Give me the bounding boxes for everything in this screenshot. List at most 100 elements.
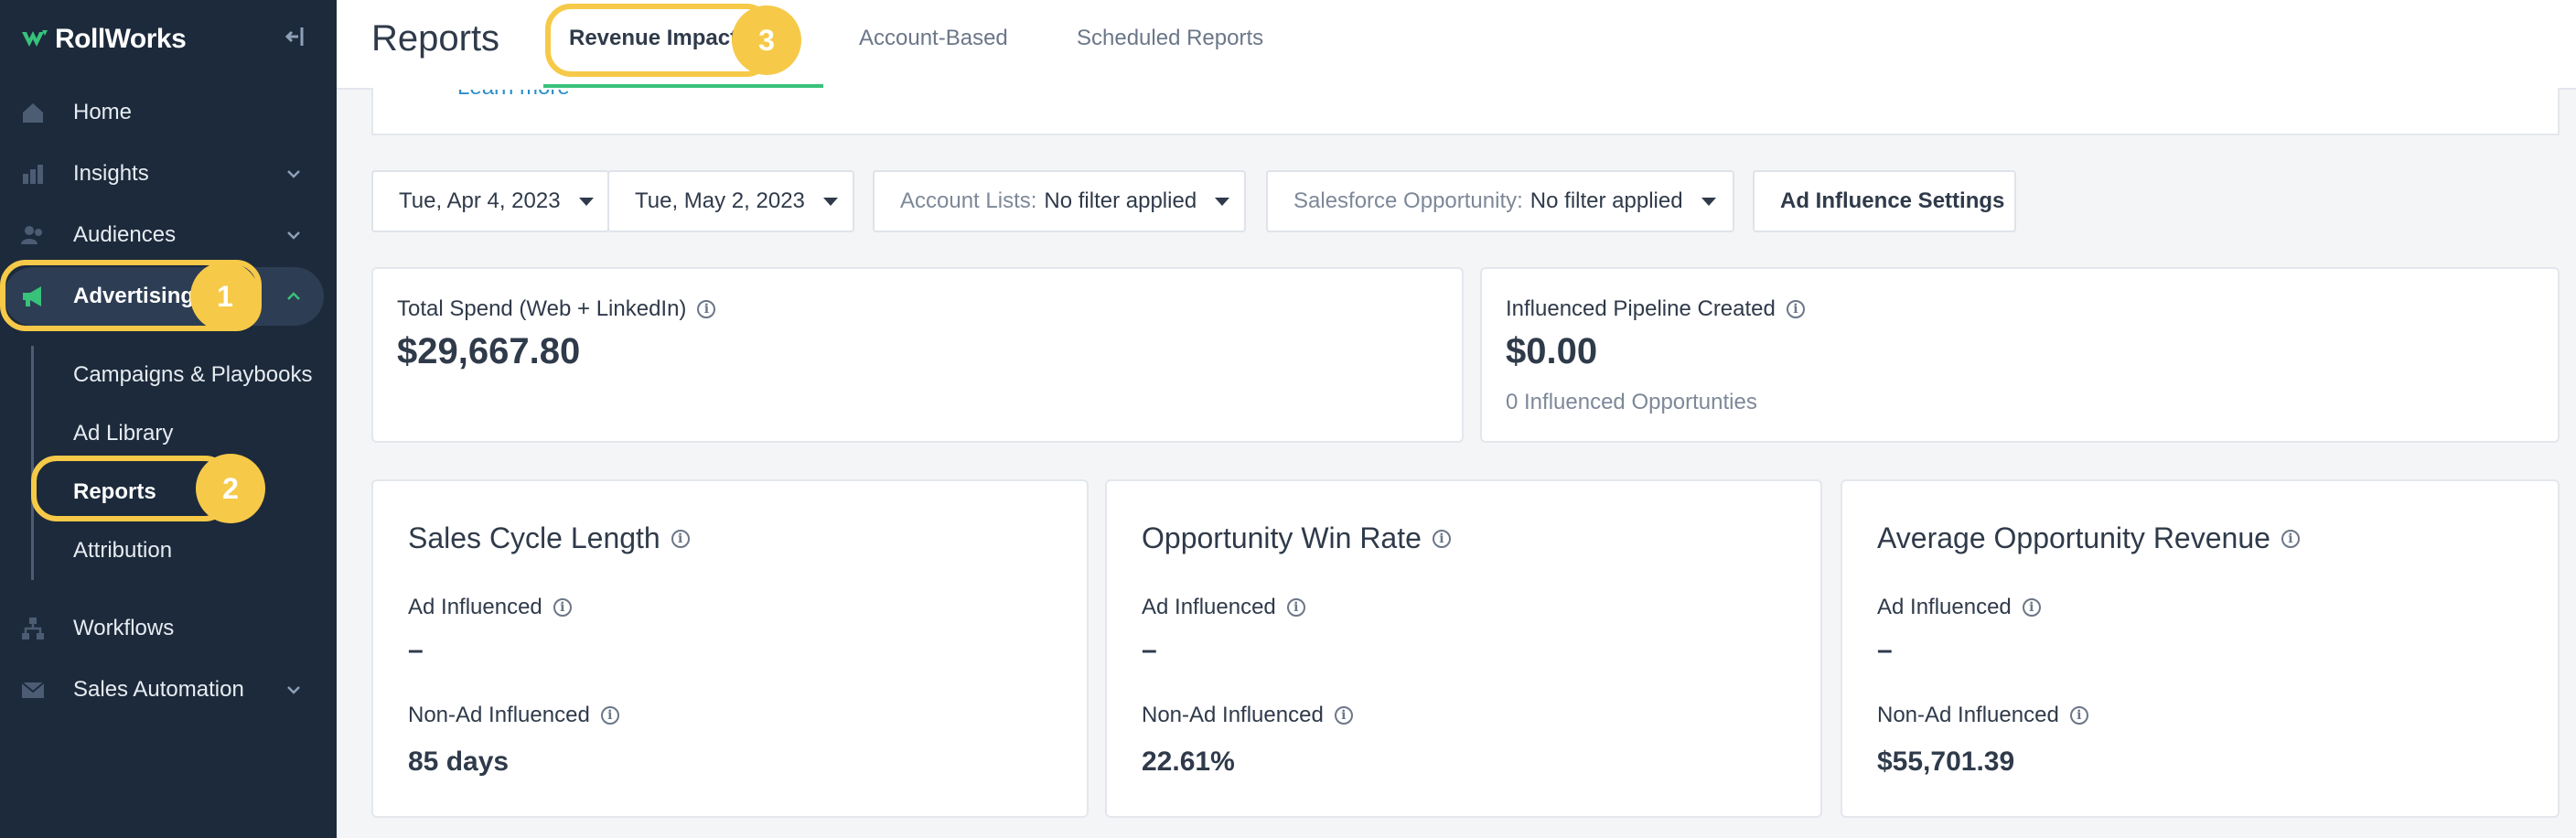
callout-badge-3: 3 [732, 5, 801, 75]
ad-influenced-label-text: Ad Influenced [1142, 595, 1276, 619]
start-date-value: Tue, Apr 4, 2023 [399, 188, 561, 213]
start-date-picker[interactable]: Tue, Apr 4, 2023 [371, 170, 609, 232]
metric-title-text: Sales Cycle Length [408, 521, 660, 554]
salesforce-opportunity-filter[interactable]: Salesforce Opportunity: No filter applie… [1266, 170, 1734, 232]
ad-influenced-label-text: Ad Influenced [408, 595, 542, 619]
home-icon [18, 98, 48, 127]
non-ad-influenced-label: Non-Ad Influenced i [408, 703, 619, 728]
influenced-pipeline-label: Influenced Pipeline Created i [1506, 296, 1805, 322]
ad-influenced-label: Ad Influenced i [1877, 595, 2041, 620]
info-icon[interactable]: i [671, 529, 690, 548]
sidebar-item-home[interactable]: Home [0, 83, 337, 142]
sidebar-item-audiences[interactable]: Audiences [0, 206, 337, 264]
chevron-up-icon [287, 292, 300, 300]
caret-down-icon [1701, 197, 1716, 206]
info-icon[interactable]: i [1786, 300, 1805, 318]
sidebar-item-label: Workflows [73, 616, 175, 640]
metric-title: Average Opportunity Revenue i [1877, 521, 2300, 555]
sidebar-item-label: Insights [73, 161, 149, 186]
callout-badge-2: 2 [196, 454, 265, 523]
account-lists-value: No filter applied [1044, 188, 1197, 213]
non-ad-influenced-value: $55,701.39 [1877, 747, 2015, 777]
info-icon[interactable]: i [2022, 598, 2041, 617]
metric-title-text: Opportunity Win Rate [1142, 521, 1422, 554]
salesforce-opportunity-value: No filter applied [1530, 188, 1683, 213]
collapse-left-icon [284, 27, 304, 46]
total-spend-value: $29,667.80 [397, 331, 581, 371]
account-lists-filter[interactable]: Account Lists: No filter applied [873, 170, 1246, 232]
average-opportunity-revenue-card: Average Opportunity Revenue i Ad Influen… [1841, 479, 2560, 818]
total-spend-label: Total Spend (Web + LinkedIn) i [397, 296, 716, 322]
tab-scheduled-reports[interactable]: Scheduled Reports [1077, 26, 1263, 51]
sales-cycle-length-card: Sales Cycle Length i Ad Influenced i – N… [371, 479, 1089, 818]
ad-influenced-value: – [1877, 635, 1893, 665]
audiences-icon [18, 220, 48, 250]
learn-more-clip: Learn more [457, 90, 576, 99]
sidebar-item-insights[interactable]: Insights [0, 145, 337, 203]
tab-account-based[interactable]: Account-Based [859, 26, 1008, 51]
info-icon[interactable]: i [600, 706, 619, 725]
info-icon[interactable]: i [1432, 529, 1451, 548]
influenced-opportunities-count: 0 Influenced Opportunties [1506, 390, 1757, 414]
metric-title: Sales Cycle Length i [408, 521, 690, 555]
sidebar-subitem-campaigns[interactable]: Campaigns & Playbooks [73, 362, 312, 388]
total-spend-card: Total Spend (Web + LinkedIn) i $29,667.8… [371, 267, 1464, 443]
metric-title: Opportunity Win Rate i [1142, 521, 1451, 555]
sidebar-item-sales-automation[interactable]: Sales Automation [0, 661, 337, 719]
collapse-sidebar-button[interactable] [282, 24, 309, 49]
salesforce-opportunity-label: Salesforce Opportunity: [1293, 188, 1523, 213]
sidebar-subitem-ad-library[interactable]: Ad Library [73, 421, 173, 446]
learn-more-link[interactable]: Learn more [457, 90, 570, 99]
info-icon[interactable]: i [1286, 598, 1305, 617]
non-ad-influenced-label: Non-Ad Influenced i [1877, 703, 2088, 728]
non-ad-influenced-label-text: Non-Ad Influenced [1877, 703, 2059, 727]
influenced-pipeline-value: $0.00 [1506, 331, 1598, 371]
ad-influenced-label: Ad Influenced i [408, 595, 572, 620]
ad-influenced-label-text: Ad Influenced [1877, 595, 2012, 619]
end-date-value: Tue, May 2, 2023 [635, 188, 805, 213]
opportunity-win-rate-card: Opportunity Win Rate i Ad Influenced i –… [1105, 479, 1822, 818]
caret-down-icon [1215, 197, 1230, 206]
sidebar-subitem-attribution[interactable]: Attribution [73, 538, 172, 564]
brand-name: RollWorks [55, 24, 187, 54]
insights-icon [18, 159, 48, 188]
sidebar: RollWorks Home Insights Audiences Advert… [0, 0, 337, 838]
info-icon[interactable]: i [1334, 706, 1353, 725]
ad-influence-settings-button[interactable]: Ad Influence Settings [1753, 170, 2016, 232]
sidebar-item-label: Sales Automation [73, 677, 244, 702]
chevron-down-icon [287, 231, 300, 240]
end-date-picker[interactable]: Tue, May 2, 2023 [607, 170, 854, 232]
non-ad-influenced-label-text: Non-Ad Influenced [408, 703, 590, 727]
metric-title-text: Average Opportunity Revenue [1877, 521, 2270, 554]
submenu-line [31, 346, 34, 580]
page-title: Reports [371, 18, 500, 59]
chevron-down-icon [287, 170, 300, 178]
non-ad-influenced-label: Non-Ad Influenced i [1142, 703, 1353, 728]
ad-influenced-label: Ad Influenced i [1142, 595, 1305, 620]
info-icon[interactable]: i [697, 300, 716, 318]
account-lists-label: Account Lists: [900, 188, 1037, 213]
mail-icon [18, 675, 48, 704]
sidebar-item-label: Audiences [73, 222, 177, 247]
non-ad-influenced-value: 85 days [408, 747, 510, 777]
info-icon[interactable]: i [2281, 529, 2300, 548]
influenced-pipeline-card: Influenced Pipeline Created i $0.00 0 In… [1480, 267, 2560, 443]
ad-influenced-value: – [1142, 635, 1157, 665]
workflows-icon [18, 614, 48, 643]
caret-down-icon [578, 197, 594, 206]
sidebar-item-label: Home [73, 100, 133, 124]
sidebar-item-workflows[interactable]: Workflows [0, 599, 337, 658]
callout-badge-1: 1 [190, 262, 260, 331]
caret-down-icon [822, 197, 838, 206]
info-icon[interactable]: i [2069, 706, 2088, 725]
page-header: Reports Revenue Impact Account-Based Sch… [337, 0, 2576, 90]
info-card [371, 88, 2560, 135]
rollworks-logo[interactable]: RollWorks [20, 24, 187, 55]
influenced-pipeline-label-text: Influenced Pipeline Created [1506, 296, 1776, 321]
rollworks-logo-icon [22, 30, 48, 47]
info-icon[interactable]: i [553, 598, 572, 617]
chevron-down-icon [287, 686, 300, 694]
ad-influenced-value: – [408, 635, 424, 665]
total-spend-label-text: Total Spend (Web + LinkedIn) [397, 296, 687, 321]
non-ad-influenced-label-text: Non-Ad Influenced [1142, 703, 1324, 727]
